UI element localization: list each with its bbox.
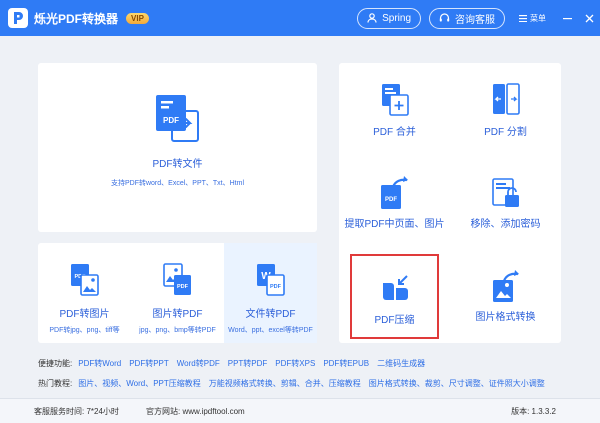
pdf-to-file-icon: PDF <box>155 95 199 142</box>
lock-icon <box>491 178 519 207</box>
version-label: 版本: 1.3.3.2 <box>511 407 556 416</box>
image-to-pdf-sub: jpg、png、bmp等转PDF <box>139 327 216 334</box>
image-convert-icon <box>492 270 519 302</box>
file-to-pdf-tile[interactable]: W PDF 文件转PDF Word、ppt、excel等转PDF <box>224 263 317 335</box>
link-word-to-pdf[interactable]: Word转PDF <box>177 358 220 369</box>
image-to-pdf-label: 图片转PDF <box>152 309 203 320</box>
vip-badge[interactable]: VIP <box>126 12 149 24</box>
pdf-merge-label: PDF 合并 <box>373 127 416 138</box>
password-tile[interactable]: 移除、添加密码 <box>450 175 561 230</box>
pdf-to-image-label: PDF转图片 <box>59 309 110 320</box>
convert-tiles-card: PDF PDF转图片 PDF转jpg、png、tiff等 PDF 图片转PDF … <box>38 243 317 343</box>
status-footer: 客服服务时间: 7*24小时 官方网站: www.ipdftool.com 版本… <box>0 398 600 423</box>
tutorials-row: 热门教程: 图片、视频、Word、PPT压缩教程 万能视频格式转换、剪辑、合并、… <box>38 375 553 391</box>
quick-links-row: 便捷功能: PDF转Word PDF转PPT Word转PDF PPT转PDF … <box>38 355 433 371</box>
app-title: 烁光PDF转换器 <box>34 11 119 26</box>
link-compress-tutorial[interactable]: 图片、视频、Word、PPT压缩教程 <box>78 378 201 389</box>
link-pdf-to-word[interactable]: PDF转Word <box>78 358 121 369</box>
pdf-to-image-icon: PDF <box>70 264 99 296</box>
menu-button[interactable]: 菜单 <box>519 13 546 24</box>
support-button[interactable]: 咨询客服 <box>429 7 505 29</box>
minimize-button[interactable] <box>556 0 578 36</box>
close-button[interactable] <box>578 0 600 36</box>
menu-label: 菜单 <box>530 13 546 23</box>
service-hours: 客服服务时间: 7*24小时 <box>34 407 119 416</box>
tutorials-label: 热门教程: <box>38 378 73 388</box>
extract-pages-label: 提取PDF中页面、图片 <box>344 219 445 230</box>
svg-text:PDF: PDF <box>270 284 282 290</box>
image-to-pdf-icon: PDF <box>162 263 191 295</box>
link-ppt-to-pdf[interactable]: PPT转PDF <box>228 358 268 369</box>
menu-icon <box>519 14 527 22</box>
password-label: 移除、添加密码 <box>470 219 541 230</box>
link-image-tutorial[interactable]: 图片格式转换、裁剪、尺寸调整、证件照大小调整 <box>369 378 545 389</box>
image-to-pdf-tile[interactable]: PDF 图片转PDF jpg、png、bmp等转PDF <box>131 263 224 335</box>
pdf-split-icon <box>492 83 520 115</box>
extract-pages-tile[interactable]: PDF 提取PDF中页面、图片 <box>339 175 450 230</box>
extract-pages-icon: PDF <box>380 176 408 209</box>
user-name: Spring <box>382 12 411 24</box>
selection-highlight-box <box>350 254 439 339</box>
pdf-merge-icon <box>381 84 409 116</box>
file-to-pdf-label: 文件转PDF <box>245 309 296 320</box>
svg-text:PDF: PDF <box>177 284 189 290</box>
file-to-pdf-sub: Word、ppt、excel等转PDF <box>228 327 313 334</box>
pdf-split-tile[interactable]: PDF 分割 <box>450 83 561 138</box>
pdf-to-image-tile[interactable]: PDF PDF转图片 PDF转jpg、png、tiff等 <box>38 263 131 335</box>
link-pdf-to-epub[interactable]: PDF转EPUB <box>323 358 369 369</box>
link-pdf-to-ppt[interactable]: PDF转PPT <box>129 358 169 369</box>
pdf-merge-tile[interactable]: PDF 合并 <box>339 83 450 138</box>
pdf-split-label: PDF 分割 <box>484 127 527 138</box>
image-format-label: 图片格式转换 <box>475 312 536 323</box>
website-link[interactable]: 官方网站: www.ipdftool.com <box>146 406 245 417</box>
support-label: 咨询客服 <box>455 14 495 26</box>
pdf-to-file-sub: 支持PDF转word、Excel、PPT、Txt、Html <box>110 180 244 187</box>
user-account-button[interactable]: Spring <box>357 7 421 29</box>
link-pdf-to-xps[interactable]: PDF转XPS <box>275 358 315 369</box>
close-icon <box>585 14 593 22</box>
link-video-tutorial[interactable]: 万能视频格式转换、剪辑、合并、压缩教程 <box>209 378 361 389</box>
pdf-to-file-card[interactable]: PDF PDF转文件 支持PDF转word、Excel、PPT、Txt、Html <box>38 63 317 232</box>
user-icon <box>367 13 377 23</box>
file-to-pdf-icon: W PDF <box>256 264 285 296</box>
pdf-to-file-label: PDF转文件 <box>152 159 203 170</box>
link-qrcode[interactable]: 二维码生成器 <box>377 358 425 369</box>
headset-icon <box>439 13 450 22</box>
pdf-to-image-sub: PDF转jpg、png、tiff等 <box>49 327 120 334</box>
minimize-icon <box>562 17 572 19</box>
title-bar: 烁光PDF转换器 VIP Spring 咨询客服 菜单 <box>0 0 600 36</box>
image-format-tile[interactable]: 图片格式转换 <box>450 268 561 323</box>
svg-text:PDF: PDF <box>163 116 179 125</box>
quick-links-label: 便捷功能: <box>38 358 73 368</box>
svg-text:PDF: PDF <box>385 197 397 203</box>
app-logo-icon <box>8 8 28 28</box>
